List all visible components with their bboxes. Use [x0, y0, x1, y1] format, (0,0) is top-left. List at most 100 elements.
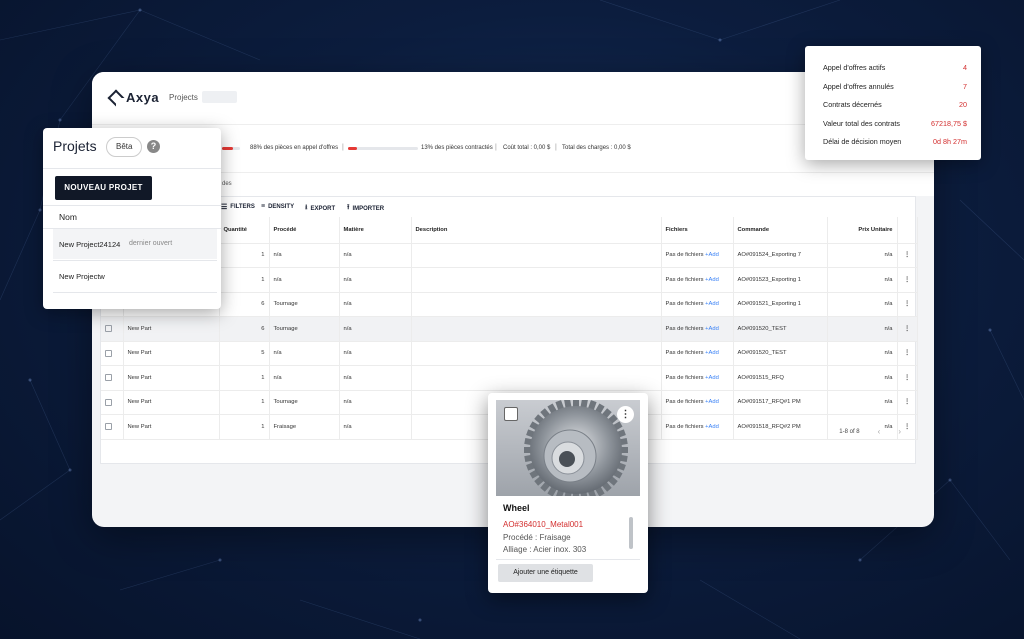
- table-row[interactable]: 6 Tournage n/a Pas de fichiers +Add AO#09152…: [101, 292, 918, 317]
- select-checkbox[interactable]: [504, 407, 518, 421]
- procede-cell: n/a: [269, 243, 340, 268]
- add-file-link[interactable]: +Add: [705, 301, 719, 307]
- export-button[interactable]: ⭳ EXPORT: [305, 203, 335, 214]
- stat-value: 67218,75 $: [931, 119, 967, 128]
- part-name-cell: New Part: [123, 316, 220, 342]
- row-checkbox[interactable]: [105, 423, 112, 431]
- project-item[interactable]: New Projectw: [53, 261, 217, 291]
- commande-link[interactable]: AO#091515_RFQ: [733, 365, 828, 391]
- column-header-procede[interactable]: Procédé: [269, 217, 340, 244]
- pagination: 1-8 of 8 ‹ ›: [839, 427, 901, 436]
- table-row[interactable]: New Part 1 n/a n/a Pas de fichiers +Add AO#09…: [101, 365, 918, 391]
- commande-link[interactable]: AO#091517_RFQ#1 PM: [733, 390, 828, 415]
- table-row[interactable]: 1 n/a n/a Pas de fichiers +Add AO#091524_Exp…: [101, 243, 918, 268]
- next-page-icon[interactable]: ›: [898, 427, 901, 436]
- more-options-icon[interactable]: ⋮: [617, 406, 634, 423]
- rfq-progress-bar: [222, 147, 240, 150]
- row-actions-icon[interactable]: ⋮: [897, 365, 918, 391]
- column-header-commande[interactable]: Commande: [733, 217, 828, 244]
- card-scrollbar[interactable]: [629, 517, 633, 549]
- row-actions-icon[interactable]: ⋮: [897, 341, 918, 366]
- matiere-cell: n/a: [339, 316, 412, 342]
- density-label: DENSITY: [268, 203, 295, 210]
- importer-label: IMPORTER: [352, 205, 385, 212]
- row-checkbox[interactable]: [105, 374, 112, 382]
- new-project-button[interactable]: NOUVEAU PROJET: [55, 176, 152, 200]
- add-file-link[interactable]: +Add: [705, 277, 719, 283]
- procede-cell: Fraisage: [269, 414, 340, 440]
- add-file-link[interactable]: +Add: [705, 424, 719, 430]
- project-item[interactable]: New Project24124 dernier ouvert: [53, 229, 217, 259]
- description-cell: [411, 316, 662, 342]
- fichiers-cell: Pas de fichiers +Add: [661, 292, 734, 317]
- commande-link[interactable]: AO#091521_Exporting 1: [733, 292, 828, 317]
- column-header-fichiers[interactable]: Fichiers: [661, 217, 734, 244]
- matiere-cell: n/a: [339, 243, 412, 268]
- projects-title: Projets: [53, 138, 97, 154]
- axya-logo[interactable]: Axya: [107, 89, 159, 106]
- stat-row: Contrats décernés 20: [823, 100, 967, 109]
- nav-projects-link[interactable]: Projects: [169, 93, 198, 102]
- row-checkbox[interactable]: [105, 325, 112, 333]
- prix-unitaire-cell: n/a: [827, 316, 898, 342]
- prev-page-icon[interactable]: ‹: [878, 427, 881, 436]
- commande-link[interactable]: AO#091524_Exporting 7: [733, 243, 828, 268]
- commande-link[interactable]: AO#091523_Exporting 1: [733, 267, 828, 293]
- column-header-prix-unitaire[interactable]: Prix Unitaire: [827, 217, 898, 244]
- table-row[interactable]: New Part 5 n/a n/a Pas de fichiers +Add AO#09…: [101, 341, 918, 366]
- column-header-quantite[interactable]: Quantité: [219, 217, 270, 244]
- fichiers-cell: Pas de fichiers +Add: [661, 267, 734, 293]
- importer-button[interactable]: ⭱ IMPORTER: [347, 203, 384, 214]
- row-actions-icon[interactable]: ⋮: [897, 316, 918, 342]
- matiere-cell: n/a: [339, 365, 412, 391]
- stat-row: Délai de décision moyen 0d 8h 27m: [823, 137, 967, 146]
- column-header-matiere[interactable]: Matière: [339, 217, 412, 244]
- row-actions-icon[interactable]: ⋮: [897, 292, 918, 317]
- project-status: dernier ouvert: [129, 240, 173, 247]
- no-files-label: Pas de fichiers: [665, 252, 704, 259]
- fichiers-cell: Pas de fichiers +Add: [661, 341, 734, 366]
- filters-button[interactable]: ☰ FILTERS: [221, 203, 255, 211]
- upload-icon: ⭱: [347, 204, 350, 211]
- row-actions-icon[interactable]: ⋮: [897, 390, 918, 415]
- prix-unitaire-cell: n/a: [827, 243, 898, 268]
- stats-separator: |: [495, 144, 497, 151]
- commande-link[interactable]: AO#091518_RFQ#2 PM: [733, 414, 828, 440]
- add-file-link[interactable]: +Add: [705, 350, 719, 356]
- fichiers-cell: Pas de fichiers +Add: [661, 390, 734, 415]
- total-charges-label: Total des charges : 0,00 $: [562, 145, 631, 151]
- quantity-cell: 1: [219, 414, 270, 440]
- procede-cell: n/a: [269, 341, 340, 366]
- stat-label: Appel d'offres annulés: [823, 82, 894, 91]
- density-button[interactable]: ≡ DENSITY: [261, 203, 294, 210]
- add-tag-button[interactable]: Ajouter une étiquette: [498, 564, 593, 582]
- table-row[interactable]: 1 n/a n/a Pas de fichiers +Add AO#091523_Exp…: [101, 267, 918, 293]
- row-actions-icon[interactable]: ⋮: [897, 267, 918, 293]
- help-icon[interactable]: ?: [147, 140, 160, 153]
- add-file-link[interactable]: +Add: [705, 252, 719, 258]
- procede-cell: Tournage: [269, 390, 340, 415]
- matiere-cell: n/a: [339, 390, 412, 415]
- column-header-actions: [897, 217, 918, 244]
- no-files-label: Pas de fichiers: [665, 423, 704, 430]
- row-actions-icon[interactable]: ⋮: [897, 243, 918, 268]
- part-reference[interactable]: AO#364010_Metal001: [503, 520, 583, 529]
- add-file-link[interactable]: +Add: [705, 326, 719, 332]
- column-header-description[interactable]: Description: [411, 217, 662, 244]
- add-file-link[interactable]: +Add: [705, 399, 719, 405]
- part-alliage: Alliage : Acier inox. 303: [503, 545, 587, 554]
- table-row[interactable]: New Part 6 Tournage n/a Pas de fichiers +Add…: [101, 316, 918, 342]
- part-name-cell: New Part: [123, 414, 220, 440]
- cout-total-label: Coût total : 0,00 $: [503, 145, 551, 151]
- row-select-cell: [101, 365, 124, 391]
- tab-label[interactable]: des: [222, 181, 232, 187]
- add-file-link[interactable]: +Add: [705, 375, 719, 381]
- row-checkbox[interactable]: [105, 398, 112, 406]
- row-checkbox[interactable]: [105, 349, 112, 357]
- part-card[interactable]: ⋮ Wheel AO#364010_Metal001 Procédé : Fra…: [488, 393, 648, 593]
- summary-stats-panel: Appel d'offres actifs 4 Appel d'offres a…: [805, 46, 981, 160]
- commande-link[interactable]: AO#091520_TEST: [733, 316, 828, 342]
- commande-link[interactable]: AO#091520_TEST: [733, 341, 828, 366]
- stat-label: Appel d'offres actifs: [823, 63, 886, 72]
- prix-unitaire-cell: n/a: [827, 267, 898, 293]
